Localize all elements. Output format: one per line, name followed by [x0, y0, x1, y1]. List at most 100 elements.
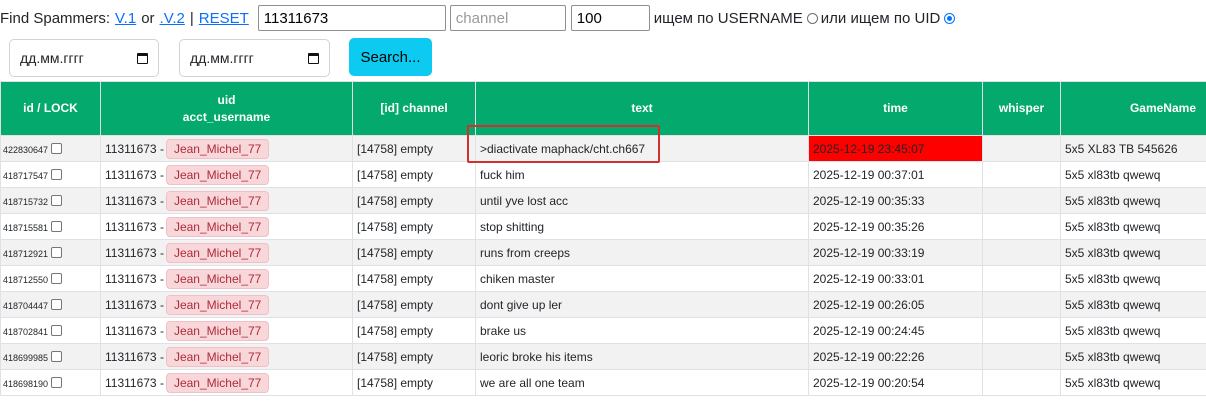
message-id-cell: 418717547: [0, 161, 101, 188]
game-name-cell: 5x5 xl83tb qwewq: [1060, 265, 1206, 292]
uid-cell: 11311673 - Jean_Michel_77: [100, 135, 353, 162]
text-cell: we are all one team: [475, 369, 809, 396]
limit-input[interactable]: [570, 5, 650, 31]
or-text: or: [141, 9, 155, 27]
uid-value: 11311673 -: [105, 193, 164, 208]
whisper-cell: [982, 317, 1061, 344]
whisper-cell: [982, 343, 1061, 370]
v1-link[interactable]: V.1: [115, 10, 136, 27]
message-id: 418698190: [3, 378, 49, 389]
username-badge[interactable]: Jean_Michel_77: [165, 242, 270, 263]
lock-checkbox[interactable]: [51, 272, 63, 284]
message-id: 418715732: [3, 196, 49, 207]
message-id: 418699985: [3, 352, 49, 363]
calendar-icon[interactable]: [137, 52, 148, 64]
table-row: 418712550 11311673 - Jean_Michel_77 [14758]…: [0, 265, 1206, 292]
username-badge[interactable]: Jean_Michel_77: [165, 164, 270, 185]
lock-checkbox[interactable]: [51, 324, 63, 336]
message-id: 418715581: [3, 222, 49, 233]
lock-checkbox[interactable]: [51, 142, 63, 154]
lock-checkbox[interactable]: [51, 246, 63, 258]
text-cell: leoric broke his items: [475, 343, 809, 370]
header-whisper: whisper: [982, 81, 1061, 136]
channel-cell: [14758] empty: [352, 213, 476, 240]
uid-cell: 11311673 - Jean_Michel_77: [100, 369, 353, 396]
channel-cell: [14758] empty: [352, 317, 476, 344]
uid-value: 11311673 -: [105, 323, 164, 338]
header-game-name: GameName: [1060, 81, 1206, 136]
lock-checkbox[interactable]: [51, 298, 63, 310]
search-by-username-label: ищем по USERNAME: [653, 9, 803, 27]
uid-cell: 11311673 - Jean_Michel_77: [100, 291, 353, 318]
uid-value: 11311673 -: [105, 245, 164, 260]
username-badge[interactable]: Jean_Michel_77: [165, 372, 270, 393]
game-name-cell: 5x5 xl83tb qwewq: [1060, 161, 1206, 188]
search-button[interactable]: Search...: [349, 38, 432, 76]
search-toolbar: Find Spammers: V.1 or .V.2 | RESET ищем …: [0, 3, 958, 33]
v2-link[interactable]: .V.2: [160, 10, 185, 27]
date-to-input[interactable]: дд.мм.гггг: [179, 39, 330, 77]
uid-input[interactable]: [257, 5, 446, 31]
uid-value: 11311673 -: [105, 141, 164, 156]
text-cell: until yve lost acc: [475, 187, 809, 214]
uid-value: 11311673 -: [105, 297, 164, 312]
username-badge[interactable]: Jean_Michel_77: [165, 138, 270, 159]
game-name-cell: 5x5 xl83tb qwewq: [1060, 187, 1206, 214]
lock-checkbox[interactable]: [51, 350, 63, 362]
message-id-cell: 418702841: [0, 317, 101, 344]
table-row: 418702841 11311673 - Jean_Michel_77 [14758]…: [0, 317, 1206, 344]
whisper-cell: [982, 161, 1061, 188]
channel-cell: [14758] empty: [352, 265, 476, 292]
uid-cell: 11311673 - Jean_Michel_77: [100, 317, 353, 344]
uid-value: 11311673 -: [105, 271, 164, 286]
message-id-cell: 418715732: [0, 187, 101, 214]
username-badge[interactable]: Jean_Michel_77: [165, 294, 270, 315]
message-id: 418712921: [3, 248, 49, 259]
username-badge[interactable]: Jean_Michel_77: [165, 320, 270, 341]
lock-checkbox[interactable]: [51, 168, 63, 180]
time-cell: 2025-12-19 00:35:26: [808, 213, 983, 240]
message-id: 418702841: [3, 326, 49, 337]
reset-link[interactable]: RESET: [199, 10, 249, 27]
date-to-placeholder: дд.мм.гггг: [190, 50, 254, 66]
header-time: time: [808, 81, 983, 136]
time-cell: 2025-12-19 00:26:05: [808, 291, 983, 318]
game-name-cell: 5x5 xl83tb qwewq: [1060, 343, 1206, 370]
time-cell: 2025-12-19 00:24:45: [808, 317, 983, 344]
calendar-icon[interactable]: [308, 52, 319, 64]
date-from-input[interactable]: дд.мм.гггг: [9, 39, 159, 77]
time-cell: 2025-12-19 23:45:07: [808, 135, 983, 162]
username-badge[interactable]: Jean_Michel_77: [165, 190, 270, 211]
channel-cell: [14758] empty: [352, 135, 476, 162]
channel-cell: [14758] empty: [352, 187, 476, 214]
table-row: 418712921 11311673 - Jean_Michel_77 [14758]…: [0, 239, 1206, 266]
whisper-cell: [982, 239, 1061, 266]
message-id: 418704447: [3, 300, 49, 311]
lock-checkbox[interactable]: [51, 220, 63, 232]
search-by-uid-label: или ищем по UID: [820, 9, 941, 27]
time-cell: 2025-12-19 00:20:54: [808, 369, 983, 396]
time-cell: 2025-12-19 00:35:33: [808, 187, 983, 214]
lock-checkbox[interactable]: [51, 194, 63, 206]
username-badge[interactable]: Jean_Michel_77: [165, 268, 270, 289]
uid-radio[interactable]: [944, 12, 956, 24]
time-cell: 2025-12-19 00:22:26: [808, 343, 983, 370]
username-radio[interactable]: [806, 12, 818, 24]
message-id: 418712550: [3, 274, 49, 285]
channel-input[interactable]: [449, 5, 566, 31]
table-row: 418698190 11311673 - Jean_Michel_77 [14758]…: [0, 369, 1206, 396]
message-id-cell: 422830647: [0, 135, 101, 162]
uid-cell: 11311673 - Jean_Michel_77: [100, 265, 353, 292]
channel-cell: [14758] empty: [352, 239, 476, 266]
time-cell: 2025-12-19 00:33:01: [808, 265, 983, 292]
channel-cell: [14758] empty: [352, 369, 476, 396]
game-name-cell: 5x5 xl83tb qwewq: [1060, 213, 1206, 240]
message-id-cell: 418704447: [0, 291, 101, 318]
separator: |: [189, 9, 194, 27]
message-id: 418717547: [3, 170, 49, 181]
uid-cell: 11311673 - Jean_Michel_77: [100, 187, 353, 214]
lock-checkbox[interactable]: [51, 376, 63, 388]
username-badge[interactable]: Jean_Michel_77: [165, 346, 270, 367]
game-name-cell: 5x5 xl83tb qwewq: [1060, 369, 1206, 396]
username-badge[interactable]: Jean_Michel_77: [165, 216, 270, 237]
